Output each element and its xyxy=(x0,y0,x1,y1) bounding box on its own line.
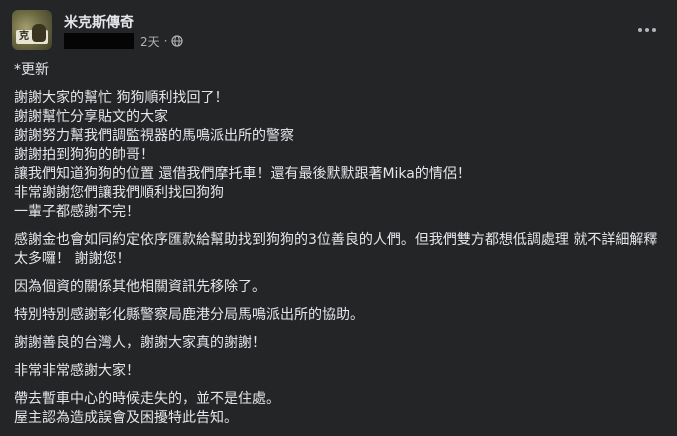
post-timestamp[interactable]: 2天 xyxy=(140,33,160,50)
paragraph-gratitude: 非常非常感謝大家！ xyxy=(14,362,664,381)
text-line: 謝謝幫忙分享貼文的大家 xyxy=(14,109,168,125)
globe-icon xyxy=(171,35,184,47)
text-line: *更新 xyxy=(14,62,49,78)
text-line: 謝謝拍到狗狗的帥哥！ xyxy=(14,147,154,163)
text-line: 讓我們知道狗狗的位置 還借我們摩托車！還有最後默默跟著Mika的情侶！ xyxy=(14,166,471,182)
post-meta: 2天 · xyxy=(64,32,184,50)
text-line: 感謝金也會如同約定依序匯款給幫助找到狗狗的3位善良的人們。但我們雙方都想低調處理… xyxy=(14,232,658,267)
text-line: 謝謝努力幫我們調監視器的馬鳴派出所的警察 xyxy=(14,128,294,144)
text-line: 謝謝善良的台灣人，謝謝大家真的謝謝！ xyxy=(14,335,266,351)
paragraph-thanks: 謝謝大家的幫忙 狗狗順利找回了！ 謝謝幫忙分享貼文的大家 謝謝努力幫我們調監視器… xyxy=(14,89,664,222)
paragraph-privacy: 因為個資的關係其他相關資訊先移除了。 xyxy=(14,278,664,297)
paragraph-clarification: 帶去暫車中心的時候走失的，並不是住處。 屋主認為造成誤會及困擾特此告知。 xyxy=(14,390,664,428)
text-line: 非常非常感謝大家！ xyxy=(14,363,140,379)
post-body: *更新 謝謝大家的幫忙 狗狗順利找回了！ 謝謝幫忙分享貼文的大家 謝謝努力幫我們… xyxy=(14,61,664,436)
text-line: 一輩子都感謝不完！ xyxy=(14,204,140,220)
paragraph-police: 特別特別感謝彰化縣警察局鹿港分局馬鳴派出所的協助。 xyxy=(14,306,664,325)
redacted-block xyxy=(64,33,134,49)
meta-separator: · xyxy=(163,34,168,48)
page-avatar[interactable]: 克 xyxy=(12,10,52,50)
text-line: 因為個資的關係其他相關資訊先移除了。 xyxy=(14,279,266,295)
paragraph-reward: 感謝金也會如同約定依序匯款給幫助找到狗狗的3位善良的人們。但我們雙方都想低調處理… xyxy=(14,231,664,269)
facebook-post: 克 米克斯傳奇 2天 · *更新 謝謝大家的幫忙 狗狗順利找回了！ 謝謝幫忙分享… xyxy=(0,0,677,436)
text-line: 非常謝謝您們讓我們順利找回狗狗 xyxy=(14,185,224,201)
text-line: 謝謝大家的幫忙 狗狗順利找回了！ xyxy=(14,90,229,106)
avatar-dog-shape xyxy=(32,24,46,42)
paragraph-taiwan: 謝謝善良的台灣人，謝謝大家真的謝謝！ xyxy=(14,334,664,353)
post-header: 克 米克斯傳奇 2天 · xyxy=(12,10,667,52)
avatar-sign-text: 克 xyxy=(19,31,29,42)
text-line: 特別特別感謝彰化縣警察局鹿港分局馬鳴派出所的協助。 xyxy=(14,307,364,323)
text-line: 屋主認為造成誤會及困擾特此告知。 xyxy=(14,410,238,426)
more-options-button[interactable] xyxy=(635,18,659,42)
more-dot xyxy=(652,28,656,32)
more-dot xyxy=(645,28,649,32)
paragraph-update: *更新 xyxy=(14,61,664,80)
page-name-link[interactable]: 米克斯傳奇 xyxy=(64,12,134,32)
more-dot xyxy=(638,28,642,32)
text-line: 帶去暫車中心的時候走失的，並不是住處。 xyxy=(14,391,280,407)
